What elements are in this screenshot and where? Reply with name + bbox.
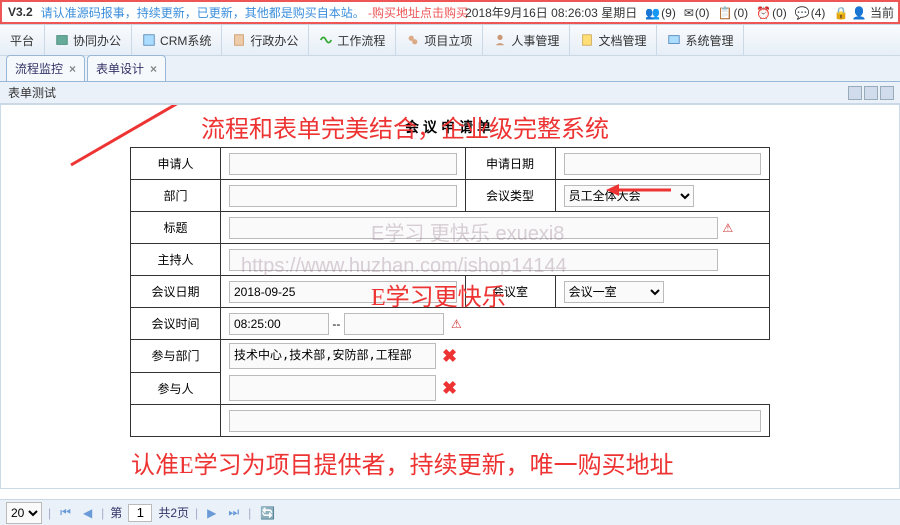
- room-select[interactable]: 会议一室: [564, 281, 664, 303]
- badge-clipboard[interactable]: 📋(0): [718, 6, 749, 20]
- title-input[interactable]: [229, 217, 718, 239]
- lbl-participants: 参与人: [131, 372, 221, 405]
- main-menu: 平台 协同办公 CRM系统 行政办公 工作流程 项目立项 人事管理 文档管理 系…: [0, 24, 900, 56]
- menu-docs[interactable]: 文档管理: [570, 25, 657, 55]
- close-icon[interactable]: ×: [150, 62, 157, 76]
- annotation-3: 认准E学习为项目提供者，持续更新，唯一购买地址: [131, 445, 674, 480]
- warn-icon: ⚠: [722, 221, 733, 235]
- lbl-meeting-time: 会议时间: [131, 308, 221, 340]
- lbl-host: 主持人: [131, 244, 221, 276]
- top-status: 2018年9月16日 08:26:03 星期日 👥(9) ✉(0) 📋(0) ⏰…: [465, 4, 894, 21]
- tab-form-design[interactable]: 表单设计×: [87, 55, 166, 81]
- last-page-button[interactable]: ⏭: [225, 505, 242, 520]
- purchase-link[interactable]: -购买地址点击购买: [368, 6, 468, 20]
- prev-page-button[interactable]: ◀: [80, 506, 95, 520]
- pagesize-select[interactable]: 20: [6, 502, 42, 524]
- pager: 20 | ⏮ ◀ | 第 共2页 | ▶ ⏭ | 🔄: [0, 499, 900, 525]
- min-icon[interactable]: [848, 86, 862, 100]
- max-icon[interactable]: [864, 86, 878, 100]
- lbl-dept: 部门: [131, 180, 221, 212]
- badge-clock[interactable]: ⏰(0): [756, 6, 787, 20]
- lbl-room: 会议室: [465, 276, 555, 308]
- menu-workflow[interactable]: 工作流程: [309, 25, 396, 55]
- delete-icon[interactable]: ✖: [442, 378, 457, 399]
- badge-mail[interactable]: ✉(0): [684, 6, 710, 20]
- lbl-depts: 参与部门: [131, 340, 221, 373]
- delete-icon[interactable]: ✖: [442, 346, 457, 367]
- menu-crm[interactable]: CRM系统: [132, 25, 222, 55]
- badge-users[interactable]: 👥(9): [645, 6, 676, 20]
- notice-text: 请认准源码报事，持续更新，已更新，其他都是购买自本站。 -购买地址点击购买: [41, 4, 468, 21]
- next-page-button[interactable]: ▶: [204, 506, 219, 520]
- menu-system[interactable]: 系统管理: [657, 25, 744, 55]
- lbl-meeting-type: 会议类型: [465, 180, 555, 212]
- form-title: 会议申请单: [1, 117, 899, 137]
- close-icon[interactable]: ×: [69, 62, 76, 76]
- dept-input[interactable]: [229, 185, 457, 207]
- warn-icon: ⚠: [451, 317, 462, 331]
- lbl-title: 标题: [131, 212, 221, 244]
- menu-admin[interactable]: 行政办公: [222, 25, 309, 55]
- participants-textarea[interactable]: [229, 375, 436, 401]
- page-input[interactable]: [128, 504, 152, 522]
- meeting-form: 申请人 申请日期 部门 会议类型 员工全体大会 标题 ⚠ 主持人 会议日期 会议…: [130, 147, 770, 437]
- first-page-button[interactable]: ⏮: [57, 505, 74, 520]
- version-label: V3.2: [8, 5, 33, 19]
- menu-project[interactable]: 项目立项: [396, 25, 483, 55]
- tab-bar: 流程监控× 表单设计×: [0, 56, 900, 82]
- badge-chat[interactable]: 💬(4): [795, 6, 826, 20]
- time-start-input[interactable]: [229, 313, 329, 335]
- host-input[interactable]: [229, 249, 718, 271]
- apply-date-input[interactable]: [564, 153, 761, 175]
- refresh-button[interactable]: 🔄: [257, 506, 278, 520]
- depts-textarea[interactable]: 技术中心,技术部,安防部,工程部: [229, 343, 436, 369]
- extra-input[interactable]: [229, 410, 761, 432]
- menu-platform[interactable]: 平台: [0, 25, 45, 55]
- arrow-2: [241, 104, 291, 105]
- meeting-date-input[interactable]: [229, 281, 457, 303]
- panel-header: 表单测试: [0, 82, 900, 104]
- lbl-meeting-date: 会议日期: [131, 276, 221, 308]
- lbl-apply-date: 申请日期: [465, 148, 555, 180]
- applicant-input[interactable]: [229, 153, 457, 175]
- time-end-input[interactable]: [344, 313, 444, 335]
- form-canvas: 会议申请单 申请人 申请日期 部门 会议类型 员工全体大会 标题 ⚠ 主持人 会…: [0, 104, 900, 489]
- meeting-type-select[interactable]: 员工全体大会: [564, 185, 694, 207]
- menu-collab[interactable]: 协同办公: [45, 25, 132, 55]
- lbl-applicant: 申请人: [131, 148, 221, 180]
- close-icon[interactable]: [880, 86, 894, 100]
- tab-process-monitor[interactable]: 流程监控×: [6, 55, 85, 81]
- menu-hr[interactable]: 人事管理: [483, 25, 570, 55]
